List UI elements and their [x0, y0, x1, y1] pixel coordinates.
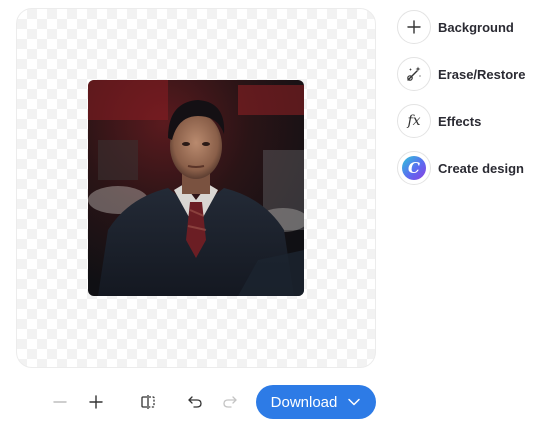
tool-list: Background Erase/Restore fx Effects C Cr… [397, 8, 537, 196]
create-design-tool-label: Create design [438, 160, 524, 176]
canva-logo-letter: C [408, 159, 420, 177]
zoom-in-button[interactable] [84, 390, 108, 414]
compare-icon [141, 395, 155, 409]
magic-wand-icon [397, 57, 431, 91]
chevron-down-icon [348, 398, 361, 406]
undo-icon [188, 396, 202, 408]
compare-button[interactable] [136, 390, 160, 414]
transparent-canvas [16, 8, 376, 368]
photo-preview [88, 80, 304, 296]
redo-button[interactable] [218, 390, 242, 414]
create-design-tool[interactable]: C Create design [397, 149, 537, 187]
fx-icon-text: fx [407, 113, 421, 129]
image-editor: Background Erase/Restore fx Effects C Cr… [0, 0, 540, 430]
background-tool[interactable]: Background [397, 8, 537, 46]
download-button-label: Download [270, 393, 338, 411]
portrait-image [88, 80, 304, 296]
canva-logo-icon: C [397, 151, 431, 185]
effects-tool[interactable]: fx Effects [397, 102, 537, 140]
download-button[interactable]: Download [256, 385, 376, 419]
zoom-out-icon [53, 401, 67, 403]
fx-icon: fx [397, 104, 431, 138]
erase-restore-tool-label: Erase/Restore [438, 66, 526, 82]
redo-icon [223, 396, 237, 408]
zoom-in-icon [89, 395, 103, 409]
background-tool-label: Background [438, 19, 514, 35]
plus-icon [397, 10, 431, 44]
erase-restore-tool[interactable]: Erase/Restore [397, 55, 537, 93]
undo-button[interactable] [183, 390, 207, 414]
zoom-out-button[interactable] [48, 390, 72, 414]
effects-tool-label: Effects [438, 113, 482, 129]
bottom-toolbar: Download [0, 384, 540, 420]
